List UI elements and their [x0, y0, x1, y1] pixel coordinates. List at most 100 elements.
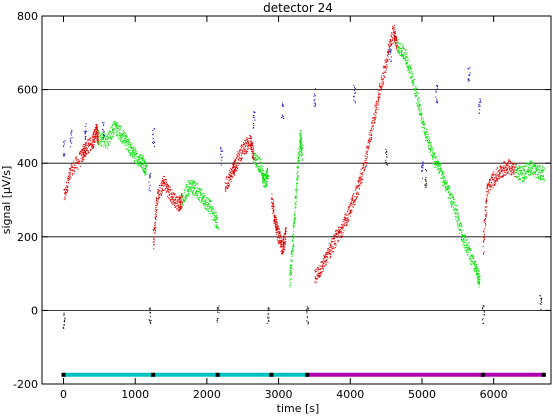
green-point [518, 171, 520, 173]
red-point [381, 79, 383, 81]
red-point [275, 215, 277, 217]
green-point [293, 215, 295, 217]
red-point [241, 153, 243, 155]
green-point [295, 189, 297, 191]
red-point [340, 232, 342, 234]
red-point [351, 200, 353, 202]
green-point [464, 237, 466, 239]
green-point [451, 203, 453, 205]
red-point [485, 216, 487, 218]
green-point [260, 161, 262, 163]
red-point [276, 239, 278, 241]
red-point [277, 242, 279, 244]
red-point [494, 177, 496, 179]
red-point [78, 163, 80, 165]
green-point [124, 135, 126, 137]
red-point [156, 192, 158, 194]
green-point [134, 149, 136, 151]
red-point [384, 71, 386, 73]
green-point [517, 179, 519, 181]
green-point [144, 161, 146, 163]
green-point [436, 164, 438, 166]
red-point [174, 199, 176, 201]
blue-point [422, 165, 424, 167]
green-point [446, 183, 448, 185]
red-point [274, 216, 276, 218]
red-point [177, 204, 179, 206]
red-point [77, 159, 79, 161]
bar-marker [151, 372, 156, 377]
green-point [299, 142, 301, 144]
green-point [455, 215, 457, 217]
chart: 0 1000 2000 3000 4000 5000 6000 -2000200400600… [0, 1, 552, 415]
green-point [426, 131, 428, 133]
green-point [478, 284, 480, 286]
green-point [266, 185, 268, 187]
green-point [125, 137, 127, 139]
red-point [170, 196, 172, 198]
green-point [290, 278, 292, 280]
red-point [332, 241, 334, 243]
red-point [372, 122, 374, 124]
red-point [275, 227, 277, 229]
red-point [180, 203, 182, 205]
green-point [467, 252, 469, 254]
red-point [90, 136, 92, 138]
green-point [256, 155, 258, 157]
green-point [216, 226, 218, 228]
red-point [284, 228, 286, 230]
green-point [537, 178, 539, 180]
red-point [323, 254, 325, 256]
green-point [293, 217, 295, 219]
green-point [295, 203, 297, 205]
blue-point [220, 149, 222, 151]
red-point [155, 210, 157, 212]
red-point [385, 67, 387, 69]
red-point [246, 148, 248, 150]
green-point [539, 165, 541, 167]
red-point [225, 182, 227, 184]
green-point [455, 208, 457, 210]
red-point [279, 235, 281, 237]
green-point [461, 237, 463, 239]
green-point [111, 137, 113, 139]
green-point [98, 130, 100, 132]
red-point [508, 162, 510, 164]
red-point [329, 257, 331, 259]
blue-point [390, 60, 392, 62]
black-point [149, 312, 151, 314]
red-point [153, 232, 155, 234]
green-point [440, 168, 442, 170]
green-point [534, 163, 536, 165]
green-point [122, 135, 124, 137]
red-point [385, 69, 387, 71]
green-point [423, 128, 425, 130]
green-point [110, 131, 112, 133]
red-point [96, 134, 98, 136]
red-point [328, 251, 330, 253]
green-point [540, 179, 542, 181]
green-point [474, 270, 476, 272]
green-point [204, 206, 206, 208]
red-point [392, 26, 394, 28]
green-point [299, 155, 301, 157]
green-point [415, 93, 417, 95]
x-tick-label: 4000 [336, 388, 364, 401]
red-point [70, 173, 72, 175]
green-point [195, 194, 197, 196]
red-point [370, 122, 372, 124]
green-point [122, 134, 124, 136]
red-point [275, 226, 277, 228]
green-point [135, 151, 137, 153]
red-point [503, 170, 505, 172]
red-point [490, 174, 492, 176]
green-point [399, 53, 401, 55]
green-point [441, 170, 443, 172]
blue-point [313, 93, 315, 95]
green-point [207, 206, 209, 208]
red-point [159, 185, 161, 187]
red-point [240, 155, 242, 157]
green-point [448, 187, 450, 189]
green-point [297, 168, 299, 170]
red-point [507, 162, 509, 164]
